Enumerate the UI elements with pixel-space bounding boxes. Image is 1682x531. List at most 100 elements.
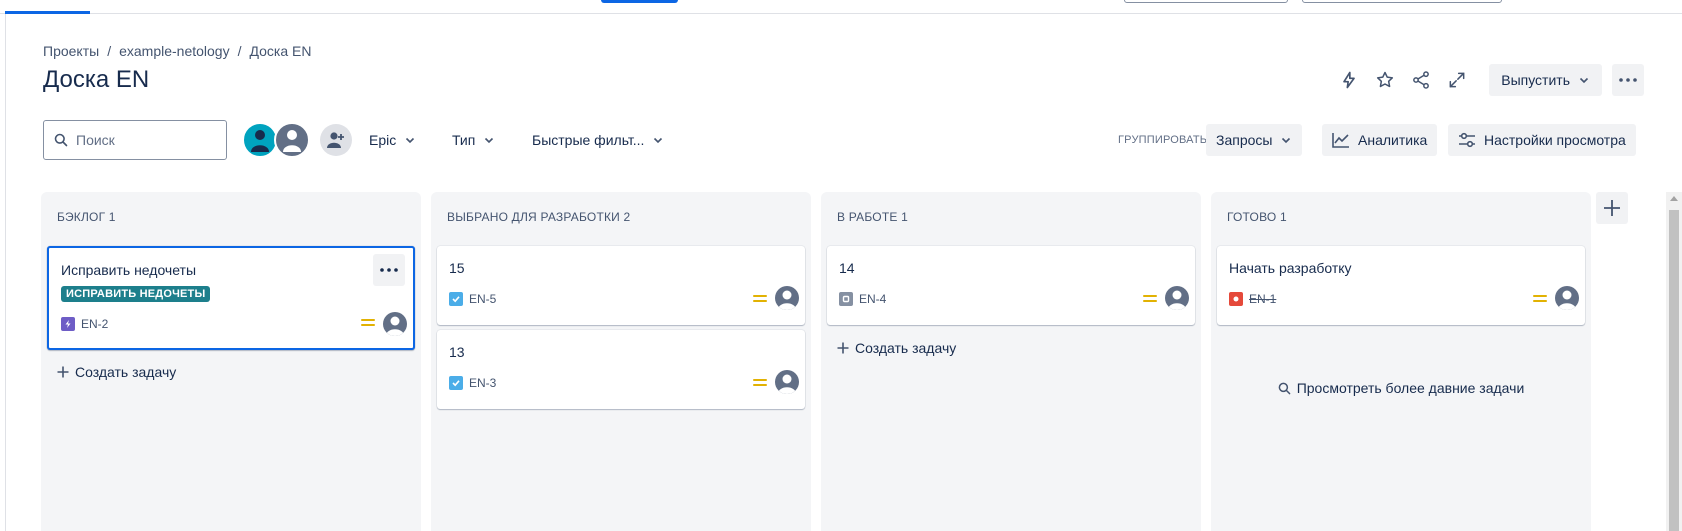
star-icon[interactable] — [1371, 64, 1399, 96]
scroll-up-arrow-icon[interactable] — [1670, 196, 1678, 201]
assignee-avatar[interactable] — [1555, 286, 1579, 310]
view-older-issues-link[interactable]: Просмотреть более давние задачи — [1211, 380, 1591, 396]
column-done: ГОТОВО 1 Начать разработку EN-1 Просмотр… — [1211, 192, 1591, 531]
assignee-avatar[interactable] — [775, 286, 799, 310]
search-input[interactable] — [76, 132, 216, 148]
add-column-button[interactable] — [1596, 192, 1628, 224]
column-selected: ВЫБРАНО ДЛЯ РАЗРАБОТКИ 2 15 EN-5 13 EN-3 — [431, 192, 811, 531]
avatar[interactable] — [242, 122, 278, 158]
analytics-label: Аналитика — [1358, 132, 1428, 148]
epic-filter[interactable]: Epic — [369, 124, 416, 156]
priority-medium-icon — [1533, 292, 1547, 306]
vertical-scrollbar[interactable] — [1666, 192, 1682, 531]
column-title: ГОТОВО 1 — [1227, 210, 1287, 224]
card-title: Исправить недочеты — [61, 262, 197, 278]
column-backlog: БЭКЛОГ 1 Исправить недочеты ИСПРАВИТЬ НЕ… — [41, 192, 421, 531]
top-search-field[interactable] — [1124, 0, 1288, 3]
card-title: Начать разработку — [1229, 260, 1352, 276]
breadcrumb-separator: / — [107, 43, 112, 59]
chart-line-icon — [1332, 133, 1349, 148]
avatar[interactable] — [274, 122, 310, 158]
task-checkbox-icon — [449, 376, 463, 390]
priority-medium-icon — [1143, 292, 1157, 306]
card-title: 15 — [449, 260, 465, 276]
create-issue-button[interactable]: Создать задачу — [57, 364, 176, 380]
chevron-down-icon — [1579, 77, 1589, 84]
page-title: Доска EN — [43, 66, 150, 93]
chevron-down-icon — [485, 137, 494, 144]
bug-icon — [1229, 292, 1243, 306]
type-filter[interactable]: Тип — [452, 124, 495, 156]
user-icon — [283, 130, 301, 152]
plus-icon — [1604, 200, 1620, 216]
issue-card[interactable]: 14 EN-4 — [827, 246, 1195, 325]
issue-key[interactable]: EN-5 — [449, 292, 496, 306]
breadcrumb-board[interactable]: Доска EN — [249, 43, 311, 59]
create-issue-label: Создать задачу — [855, 340, 957, 356]
release-button[interactable]: Выпустить — [1489, 64, 1602, 96]
issue-key-text: EN-4 — [859, 292, 887, 306]
sidebar-edge — [0, 14, 6, 531]
card-more-button[interactable] — [373, 254, 405, 286]
user-icon — [251, 130, 269, 152]
group-by-value: Запросы — [1216, 132, 1273, 148]
assignee-avatar[interactable] — [1165, 286, 1189, 310]
issue-card[interactable]: Начать разработку EN-1 — [1217, 246, 1585, 325]
epic-icon — [61, 317, 75, 331]
user-icon — [778, 290, 796, 310]
view-settings-label: Настройки просмотра — [1484, 132, 1626, 148]
assignee-filter — [242, 122, 352, 158]
column-title: ВЫБРАНО ДЛЯ РАЗРАБОТКИ 2 — [447, 210, 631, 224]
user-icon — [1558, 290, 1576, 310]
issue-card[interactable]: 13 EN-3 — [437, 330, 805, 409]
issue-key-text: EN-2 — [81, 317, 109, 331]
column-in-progress: В РАБОТЕ 1 14 EN-4 Создать задачу — [821, 192, 1201, 531]
issue-card[interactable]: Исправить недочеты ИСПРАВИТЬ НЕДОЧЕТЫ EN… — [47, 246, 415, 350]
create-issue-button[interactable]: Создать задачу — [837, 340, 956, 356]
issue-key[interactable]: EN-4 — [839, 292, 886, 306]
share-icon[interactable] — [1407, 64, 1435, 96]
assignee-avatar[interactable] — [775, 370, 799, 394]
search-icon — [1278, 382, 1291, 394]
issue-card[interactable]: 15 EN-5 — [437, 246, 805, 325]
epic-label-badge[interactable]: ИСПРАВИТЬ НЕДОЧЕТЫ — [61, 286, 211, 302]
user-icon — [386, 316, 404, 336]
top-navigation — [0, 0, 1682, 14]
breadcrumb-project[interactable]: example-netology — [119, 43, 230, 59]
assignee-avatar[interactable] — [383, 312, 407, 336]
quick-filters[interactable]: Быстрые фильт... — [532, 124, 664, 156]
issue-key[interactable]: EN-1 — [1229, 292, 1276, 306]
issue-key[interactable]: EN-3 — [449, 376, 496, 390]
group-by-label: ГРУППИРОВАТЬ — [1118, 134, 1208, 146]
scrollbar-thumb[interactable] — [1669, 210, 1679, 531]
more-actions-button[interactable] — [1612, 64, 1644, 96]
quick-filters-label: Быстрые фильт... — [532, 132, 645, 148]
expand-icon[interactable] — [1443, 64, 1471, 96]
lightning-icon[interactable] — [1335, 64, 1363, 96]
chevron-down-icon — [406, 137, 415, 144]
priority-medium-icon — [753, 376, 767, 390]
issue-key-text: EN-5 — [469, 292, 497, 306]
analytics-button[interactable]: Аналитика — [1322, 124, 1438, 156]
board-search[interactable] — [43, 120, 227, 160]
add-people-button[interactable] — [320, 124, 352, 156]
top-search-field-secondary[interactable] — [1302, 0, 1502, 3]
breadcrumb: Проекты / example-netology / Доска EN — [43, 43, 311, 59]
add-user-icon — [327, 132, 344, 148]
column-title: В РАБОТЕ 1 — [837, 210, 908, 224]
user-icon — [778, 374, 796, 394]
header-actions: Выпустить — [1335, 64, 1644, 96]
breadcrumb-separator: / — [237, 43, 242, 59]
card-title: 14 — [839, 260, 855, 276]
ellipsis-icon — [1619, 78, 1637, 82]
card-title: 13 — [449, 344, 465, 360]
subtask-icon — [839, 292, 853, 306]
breadcrumb-projects[interactable]: Проекты — [43, 43, 99, 59]
type-filter-label: Тип — [452, 132, 476, 148]
create-button[interactable] — [601, 0, 678, 3]
view-settings-button[interactable]: Настройки просмотра — [1448, 124, 1636, 156]
group-by-dropdown[interactable]: Запросы — [1206, 124, 1303, 156]
create-issue-label: Создать задачу — [75, 364, 177, 380]
issue-key-text: EN-3 — [469, 376, 497, 390]
issue-key[interactable]: EN-2 — [61, 317, 108, 331]
